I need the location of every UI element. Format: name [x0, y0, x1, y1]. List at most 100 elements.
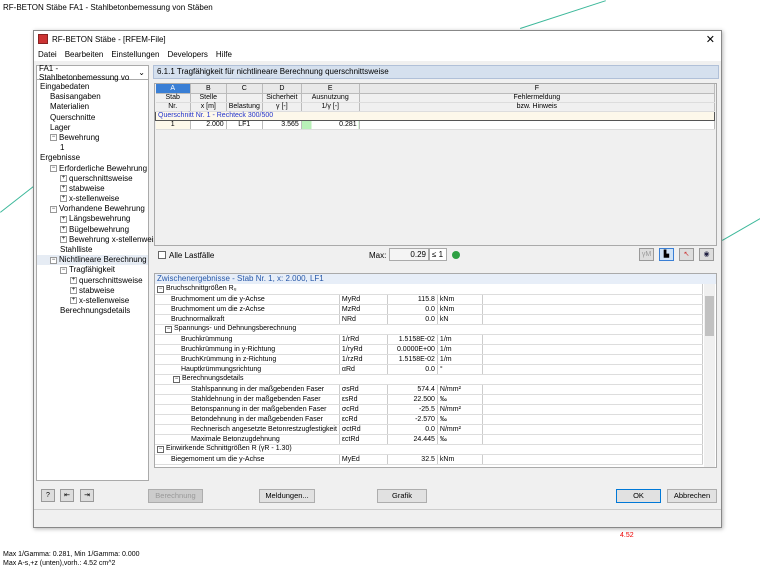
export-icon[interactable]: ⇥: [80, 489, 94, 502]
group-row[interactable]: Querschnitt Nr. 1 - Rechteck 300/500: [155, 110, 715, 121]
scrollbar-thumb[interactable]: [705, 296, 714, 336]
chevron-down-icon: ⌄: [138, 68, 145, 77]
tree-item[interactable]: + stabweise: [37, 286, 148, 296]
ok-button[interactable]: OK: [616, 489, 661, 503]
result-row[interactable]: Bruchmoment um die z-Achse MzRd 0.0 kNm: [155, 304, 704, 315]
tree-item[interactable]: Berechnungsdetails: [37, 306, 148, 316]
tree-item[interactable]: Querschnitte: [37, 113, 148, 123]
group-row[interactable]: − Bruchschnittgrößen Rᵤ: [155, 284, 703, 295]
collapse-icon[interactable]: −: [60, 266, 67, 274]
tree-item[interactable]: − Tragfähigkeit: [37, 265, 148, 275]
tree-item[interactable]: + stabweise: [37, 184, 148, 194]
expand-icon[interactable]: +: [60, 215, 67, 223]
scrollbar[interactable]: [704, 284, 715, 467]
tree-item-label: Vorhandene Bewehrung: [59, 204, 145, 214]
empty-cell: [482, 454, 704, 465]
expand-icon[interactable]: +: [60, 226, 67, 234]
result-row[interactable]: Stahldehnung in der maßgebenden Faser εsR…: [155, 394, 704, 405]
collapse-icon[interactable]: −: [157, 446, 164, 453]
menu-hilfe[interactable]: Hilfe: [216, 50, 232, 59]
expand-icon[interactable]: +: [70, 276, 77, 284]
collapse-icon[interactable]: −: [157, 285, 164, 293]
result-unit: kNm: [437, 294, 483, 305]
column-header: γ [-]: [262, 102, 302, 112]
tree-item[interactable]: Basisangaben: [37, 92, 148, 102]
model-label: 4.52: [620, 532, 634, 539]
close-icon[interactable]: ✕: [706, 33, 715, 46]
empty-cell: [482, 434, 704, 445]
result-row[interactable]: BruchKrümmung in z-Richtung 1/rzRd 1.5158E…: [155, 354, 704, 365]
collapse-icon[interactable]: −: [50, 256, 57, 264]
tree-item[interactable]: + x-stellenweise: [37, 194, 148, 204]
tree-item[interactable]: Lager: [37, 123, 148, 133]
table-row[interactable]: 1 2.000 LF1 3.565 0.281: [155, 120, 716, 130]
collapse-icon[interactable]: −: [50, 205, 57, 213]
result-value: 24.445: [387, 434, 438, 445]
collapse-icon[interactable]: −: [50, 164, 57, 172]
help-icon[interactable]: ?: [41, 489, 55, 502]
tree-item[interactable]: Ergebnisse: [37, 153, 148, 163]
menu-datei[interactable]: Datei: [38, 50, 57, 59]
calculation-button[interactable]: Berechnung: [148, 489, 203, 503]
tree-item[interactable]: + querschnittsweise: [37, 276, 148, 286]
result-row[interactable]: Betonspannung in der maßgebenden Faser σc…: [155, 404, 704, 415]
collapse-icon[interactable]: −: [165, 326, 172, 333]
menu-einstellungen[interactable]: Einstellungen: [111, 50, 159, 59]
expand-icon[interactable]: +: [70, 297, 77, 305]
tree-item[interactable]: + Bügelbewehrung: [37, 225, 148, 235]
tree-item[interactable]: − Erforderliche Bewehrung: [37, 164, 148, 174]
result-unit: kNm: [437, 304, 483, 315]
tree-item[interactable]: 1: [37, 143, 148, 153]
menu-bearbeiten[interactable]: Bearbeiten: [65, 50, 104, 59]
tree-item[interactable]: Eingabedaten: [37, 82, 148, 92]
cancel-button[interactable]: Abbrechen: [667, 489, 717, 503]
group-label: Bruchschnittgrößen Rᵤ: [166, 284, 237, 292]
result-row[interactable]: Maximale Betonzugdehnung εctRd 24.445 ‰: [155, 434, 704, 445]
navigator-tree: Eingabedaten Basisangaben Materialien Quers…: [37, 80, 162, 316]
select-pointer-button[interactable]: ↖: [679, 248, 694, 261]
collapse-icon[interactable]: −: [173, 376, 180, 383]
result-row[interactable]: Betondehnung in der maßgebenden Faser εcR…: [155, 414, 704, 425]
result-row[interactable]: Stahlspannung in der maßgebenden Faser σs…: [155, 384, 704, 395]
result-row[interactable]: Biegemoment um die y-Achse MyEd 32.5 kNm: [155, 454, 704, 465]
result-row[interactable]: Bruchmoment um die y-Achse MyRd 115.8 kNm: [155, 294, 704, 305]
column-header: Stelle: [190, 93, 227, 103]
tree-item[interactable]: Stahlliste: [37, 245, 148, 255]
expand-icon[interactable]: +: [60, 195, 67, 203]
tree-item[interactable]: + Längsbewehrung: [37, 214, 148, 224]
expand-icon[interactable]: +: [60, 236, 67, 244]
result-unit: ‰: [437, 414, 483, 425]
result-row[interactable]: Bruchnormalkraft NRd 0.0 kN: [155, 314, 704, 325]
tree-item[interactable]: + querschnittsweise: [37, 174, 148, 184]
graphic-button[interactable]: Grafik: [377, 489, 427, 503]
tree-item[interactable]: − Bewehrung: [37, 133, 148, 143]
tree-item[interactable]: − Nichtlineare Berechnung: [37, 255, 148, 266]
group-row[interactable]: − Spannungs- und Dehnungsberechnung: [155, 324, 703, 335]
tree-item-label: Basisangaben: [50, 92, 101, 102]
app-icon: [38, 34, 48, 44]
all-cases-checkbox[interactable]: [158, 251, 166, 259]
intermediate-results-title: Zwischenergebnisse - Stab Nr. 1, x: 2.00…: [155, 274, 716, 284]
collapse-icon[interactable]: −: [50, 134, 57, 142]
result-row[interactable]: Bruchkrümmung 1/rRd 1.5158E-02 1/m: [155, 334, 704, 345]
import-icon[interactable]: ⇤: [60, 489, 74, 502]
tree-item[interactable]: + Bewehrung x-stellenweise: [37, 235, 162, 245]
tree-item[interactable]: − Vorhandene Bewehrung: [37, 204, 148, 214]
group-row[interactable]: − Einwirkende Schnittgrößen R (γR - 1.30): [155, 444, 703, 455]
expand-icon[interactable]: +: [70, 287, 77, 295]
chart-view-button[interactable]: ▙: [659, 248, 674, 261]
result-row[interactable]: Hauptkrümmungsrichtung αRd 0.0 °: [155, 364, 704, 375]
result-row[interactable]: Bruchkrümmung in y-Richtung 1/ryRd 0.0000E…: [155, 344, 704, 355]
view-eye-button[interactable]: ◉: [699, 248, 714, 261]
case-select[interactable]: FA1 - Stahlbetonbemessung vo ⌄: [37, 64, 148, 82]
result-row[interactable]: Rechnerisch angesetzte Betonrestzugfesti…: [155, 424, 704, 435]
gamma-filter-button[interactable]: γM: [639, 248, 654, 261]
menu-developers[interactable]: Developers: [167, 50, 207, 59]
tree-item[interactable]: + x-stellenweise: [37, 296, 148, 306]
messages-button[interactable]: Meldungen...: [259, 489, 315, 503]
group-row[interactable]: − Berechnungsdetails: [155, 374, 703, 385]
result-symbol: εcRd: [339, 414, 388, 425]
expand-icon[interactable]: +: [60, 185, 67, 193]
tree-item[interactable]: Materialien: [37, 102, 148, 112]
expand-icon[interactable]: +: [60, 175, 67, 183]
